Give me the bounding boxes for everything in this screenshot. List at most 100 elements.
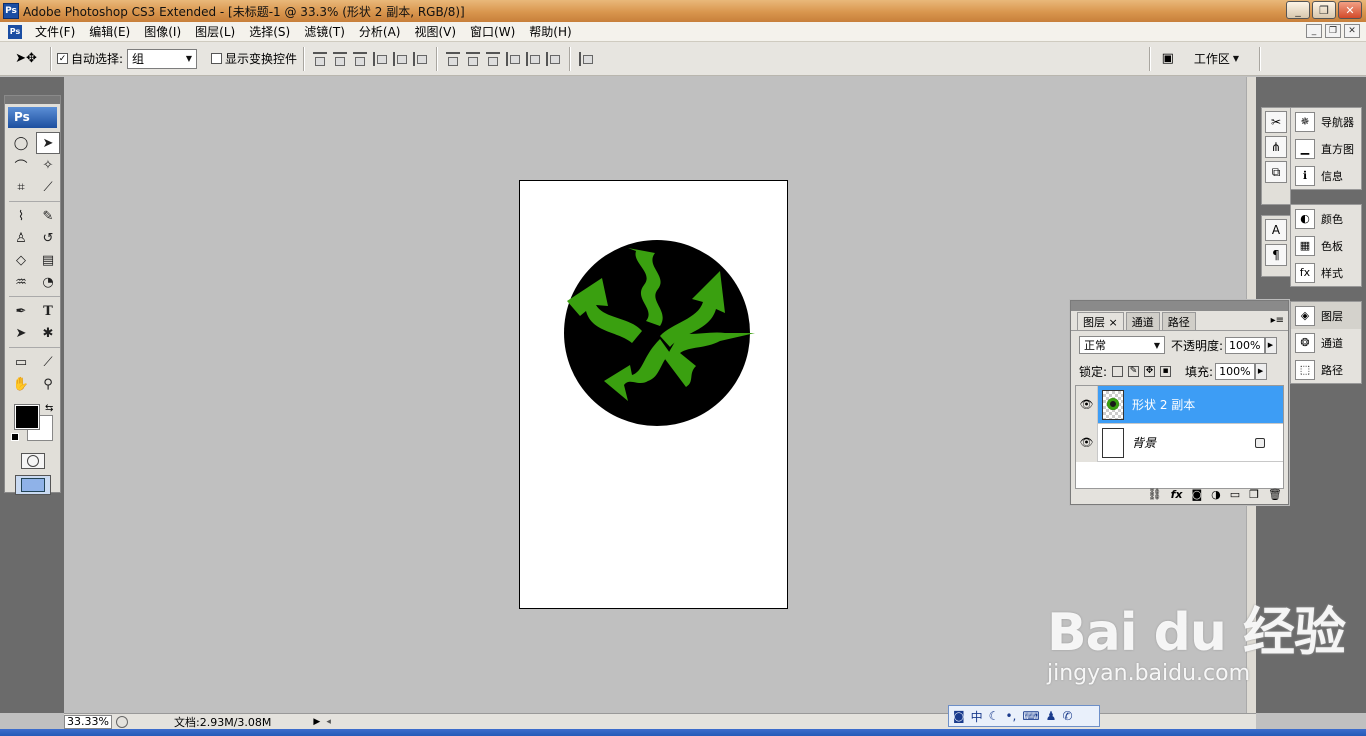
distribute-bottom-icon[interactable] bbox=[486, 51, 501, 66]
align-left-icon[interactable] bbox=[373, 51, 388, 66]
blend-mode-dropdown[interactable]: 正常 ▼ bbox=[1079, 336, 1165, 354]
align-top-icon[interactable] bbox=[313, 51, 328, 66]
brush-tool-icon[interactable]: ✎ bbox=[36, 205, 60, 227]
layer-row-shape-copy[interactable]: 👁 形状 2 副本 bbox=[1076, 385, 1283, 424]
menu-filter[interactable]: 滤镜(T) bbox=[297, 22, 352, 42]
dock-swatches[interactable]: ▦ 色板 bbox=[1291, 232, 1361, 259]
restore-button[interactable]: ❐ bbox=[1312, 1, 1336, 19]
character-icon[interactable]: A bbox=[1265, 219, 1287, 241]
ps-logo[interactable]: Ps bbox=[8, 107, 57, 128]
slice-tool-icon[interactable]: ⟋ bbox=[36, 176, 60, 198]
lock-all-icon[interactable]: ▪ bbox=[1160, 365, 1172, 377]
layer-mask-icon[interactable]: ◙ bbox=[1191, 488, 1202, 501]
tab-layers[interactable]: 图层 × bbox=[1077, 312, 1124, 330]
default-colors-icon[interactable] bbox=[11, 433, 19, 441]
menu-file[interactable]: 文件(F) bbox=[28, 22, 82, 42]
new-layer-icon[interactable]: ❐ bbox=[1249, 488, 1259, 501]
dock-info[interactable]: ℹ 信息 bbox=[1291, 162, 1361, 189]
delete-layer-icon[interactable]: 🗑 bbox=[1268, 488, 1282, 501]
clone-source-icon[interactable]: ⧉ bbox=[1265, 161, 1287, 183]
move-tool-icon[interactable]: ➤ bbox=[36, 132, 60, 154]
menu-window[interactable]: 窗口(W) bbox=[463, 22, 522, 42]
status-menu-icon[interactable] bbox=[116, 715, 128, 728]
layers-panel-header[interactable] bbox=[1071, 301, 1288, 311]
fill-slider-icon[interactable]: ▶ bbox=[1254, 362, 1267, 380]
history-brush-tool-icon[interactable]: ↺ bbox=[36, 227, 60, 249]
tools-preset-icon[interactable]: ✂ bbox=[1265, 111, 1287, 133]
lock-position-icon[interactable]: ✥ bbox=[1144, 365, 1156, 377]
magic-wand-tool-icon[interactable]: ✧ bbox=[36, 154, 60, 176]
dock-layers[interactable]: ◈ 图层 bbox=[1291, 302, 1361, 329]
clone-stamp-tool-icon[interactable]: ♙ bbox=[9, 227, 33, 249]
visibility-eye-icon[interactable]: 👁 bbox=[1076, 423, 1098, 462]
pen-tool-icon[interactable]: ✒ bbox=[9, 300, 33, 322]
auto-align-icon[interactable] bbox=[579, 51, 594, 66]
dock-navigator[interactable]: ✵ 导航器 bbox=[1291, 108, 1361, 135]
new-group-icon[interactable]: ▭ bbox=[1230, 488, 1240, 501]
layer-row-background[interactable]: 👁 背景 bbox=[1076, 423, 1283, 462]
close-button[interactable]: ✕ bbox=[1338, 1, 1362, 19]
quick-mask-icon[interactable] bbox=[20, 453, 45, 469]
ime-settings-icon[interactable]: ✆ bbox=[1062, 709, 1072, 723]
workspace-menu[interactable]: 工作区 bbox=[1194, 50, 1230, 67]
dock-styles[interactable]: fx 样式 bbox=[1291, 259, 1361, 286]
eyedropper-tool-icon[interactable]: ⟋ bbox=[36, 351, 60, 373]
doc-minimize-button[interactable]: _ bbox=[1306, 24, 1322, 38]
lasso-tool-icon[interactable]: ⌒ bbox=[9, 154, 33, 176]
align-right-icon[interactable] bbox=[413, 51, 428, 66]
doc-close-button[interactable]: ✕ bbox=[1344, 24, 1360, 38]
auto-select-dropdown[interactable]: 组 ▼ bbox=[127, 48, 198, 69]
lock-transparency-icon[interactable] bbox=[1112, 365, 1124, 377]
align-bottom-icon[interactable] bbox=[353, 51, 368, 66]
opacity-slider-icon[interactable]: ▶ bbox=[1264, 336, 1277, 354]
distribute-left-icon[interactable] bbox=[506, 51, 521, 66]
layer-style-icon[interactable]: fx bbox=[1171, 488, 1183, 501]
ime-user-icon[interactable]: ♟ bbox=[1046, 709, 1057, 723]
tab-channels[interactable]: 通道 bbox=[1125, 312, 1160, 330]
auto-select-checkbox[interactable]: ✓ bbox=[57, 53, 68, 64]
zoom-tool-icon[interactable]: ⚲ bbox=[36, 373, 60, 395]
type-tool-icon[interactable]: T bbox=[36, 300, 60, 322]
dock-channels[interactable]: ❂ 通道 bbox=[1291, 329, 1361, 356]
foreground-color-swatch[interactable] bbox=[14, 404, 40, 430]
menu-help[interactable]: 帮助(H) bbox=[522, 22, 578, 42]
zoom-field[interactable]: 33.33% bbox=[64, 714, 112, 729]
ime-language[interactable]: 中 bbox=[971, 708, 983, 725]
gradient-tool-icon[interactable]: ▤ bbox=[36, 249, 60, 271]
menu-edit[interactable]: 编辑(E) bbox=[82, 22, 137, 42]
tab-paths[interactable]: 路径 bbox=[1161, 312, 1196, 330]
healing-brush-tool-icon[interactable]: ⌇ bbox=[9, 205, 33, 227]
hand-tool-icon[interactable]: ✋ bbox=[9, 373, 33, 395]
align-hcenter-icon[interactable] bbox=[393, 51, 408, 66]
show-transform-checkbox[interactable] bbox=[211, 53, 223, 64]
blur-tool-icon[interactable]: ♒ bbox=[9, 271, 33, 293]
ime-punct-icon[interactable]: •, bbox=[1005, 709, 1016, 723]
menu-image[interactable]: 图像(I) bbox=[137, 22, 188, 42]
paragraph-icon[interactable]: ¶ bbox=[1265, 244, 1287, 266]
scroll-left-icon[interactable]: ◂ bbox=[326, 717, 331, 727]
bridge-icon[interactable]: ▣ bbox=[1156, 49, 1180, 69]
path-selection-tool-icon[interactable]: ➤ bbox=[9, 322, 33, 344]
fill-input[interactable]: 100% bbox=[1215, 362, 1255, 380]
menu-analysis[interactable]: 分析(A) bbox=[352, 22, 408, 42]
distribute-hcenter-icon[interactable] bbox=[526, 51, 541, 66]
marquee-tool-icon[interactable]: ◯ bbox=[9, 132, 33, 154]
minimize-button[interactable]: _ bbox=[1286, 1, 1310, 19]
screen-mode-icon[interactable] bbox=[14, 475, 51, 495]
adjustment-layer-icon[interactable]: ◑ bbox=[1211, 488, 1221, 501]
ime-keyboard-icon[interactable]: ⌨ bbox=[1022, 709, 1039, 723]
ime-moon-icon[interactable]: ☾ bbox=[989, 709, 1000, 723]
document-canvas[interactable] bbox=[519, 180, 788, 609]
notes-tool-icon[interactable]: ▭ bbox=[9, 351, 33, 373]
dock-color[interactable]: ◐ 颜色 bbox=[1291, 205, 1361, 232]
swap-colors-icon[interactable]: ⇆ bbox=[45, 403, 53, 414]
eraser-tool-icon[interactable]: ◇ bbox=[9, 249, 33, 271]
doc-restore-button[interactable]: ❐ bbox=[1325, 24, 1341, 38]
brushes-icon[interactable]: ⋔ bbox=[1265, 136, 1287, 158]
status-arrow-icon[interactable]: ▶ bbox=[313, 717, 320, 727]
menu-layer[interactable]: 图层(L) bbox=[188, 22, 242, 42]
distribute-top-icon[interactable] bbox=[446, 51, 461, 66]
menu-view[interactable]: 视图(V) bbox=[407, 22, 463, 42]
dodge-tool-icon[interactable]: ◔ bbox=[36, 271, 60, 293]
ps-menu-icon[interactable]: Ps bbox=[8, 24, 22, 39]
